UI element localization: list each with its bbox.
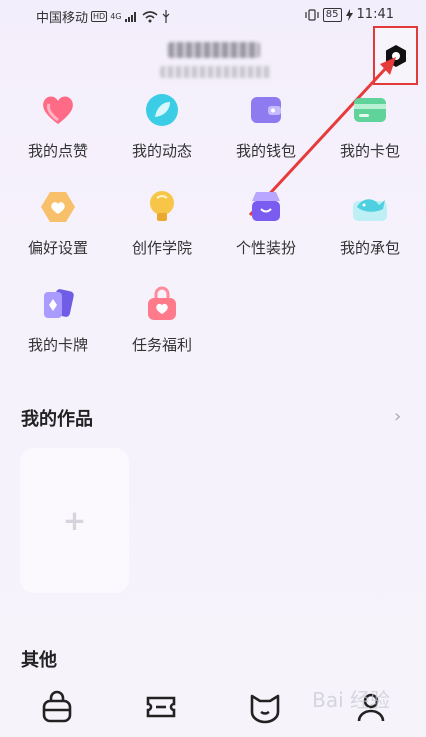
blurred-username	[168, 42, 260, 58]
leaf-icon	[142, 90, 182, 130]
status-bar: 中国移动 HD 4G 85 11:41	[0, 0, 426, 30]
feature-item-tasks[interactable]: 任务福利	[110, 284, 214, 355]
charging-icon	[345, 8, 353, 21]
feature-label: 偏好设置	[27, 239, 88, 257]
feature-item-dressup[interactable]: 个性装扮	[214, 187, 318, 258]
settings-button[interactable]	[373, 26, 418, 85]
clock: 11:41	[356, 7, 394, 22]
hd-badge: HD	[91, 11, 108, 22]
feature-item-card-pack[interactable]: 我的卡包	[318, 90, 422, 161]
wallet-icon	[246, 90, 286, 130]
card-pack-icon	[350, 90, 390, 130]
feature-item-contract[interactable]: 我的承包	[318, 187, 422, 258]
lightbulb-icon	[142, 187, 182, 227]
heart-icon	[38, 90, 78, 130]
feature-label: 我的点赞	[27, 142, 88, 160]
plus-icon: +	[62, 504, 87, 537]
usb-icon	[162, 10, 169, 23]
preference-heart-icon	[38, 187, 78, 227]
feature-item-wallet[interactable]: 我的钱包	[214, 90, 318, 161]
blurred-user-id	[160, 66, 270, 78]
wifi-icon	[141, 10, 158, 22]
feature-item-moments[interactable]: 我的动态	[110, 90, 214, 161]
works-section-title: 我的作品	[21, 409, 93, 430]
works-chevron-icon[interactable]: ›	[394, 406, 401, 427]
feature-label: 创作学院	[131, 239, 192, 257]
vibrate-icon	[305, 8, 319, 21]
cards-icon	[38, 284, 78, 324]
feature-label: 我的动态	[131, 142, 192, 160]
signal-icon	[124, 12, 136, 22]
feature-label: 我的承包	[339, 239, 400, 257]
gift-bag-icon	[142, 284, 182, 324]
add-work-card[interactable]: +	[20, 448, 129, 593]
feature-item-academy[interactable]: 创作学院	[110, 187, 214, 258]
feature-label: 我的钱包	[235, 142, 296, 160]
feature-item-likes[interactable]: 我的点赞	[6, 90, 110, 161]
whale-icon	[350, 187, 390, 227]
feature-label: 我的卡牌	[27, 336, 88, 354]
profile-header[interactable]	[160, 38, 270, 84]
feature-label: 个性装扮	[235, 239, 296, 257]
carrier-label: 中国移动	[36, 11, 89, 26]
gear-hex-icon	[385, 44, 406, 67]
feature-label: 我的卡包	[339, 142, 400, 160]
feature-item-preferences[interactable]: 偏好设置	[6, 187, 110, 258]
baidu-watermark: Bai 经验	[312, 688, 390, 712]
feature-label: 任务福利	[131, 336, 192, 354]
network-type: 4G	[110, 12, 122, 21]
other-section-title: 其他	[21, 650, 57, 671]
cat-icon[interactable]	[248, 690, 282, 724]
bag-icon[interactable]	[40, 690, 74, 724]
ticket-icon[interactable]	[144, 690, 178, 724]
feature-item-cards[interactable]: 我的卡牌	[6, 284, 110, 355]
battery-level: 85	[322, 7, 342, 22]
shop-icon	[246, 187, 286, 227]
